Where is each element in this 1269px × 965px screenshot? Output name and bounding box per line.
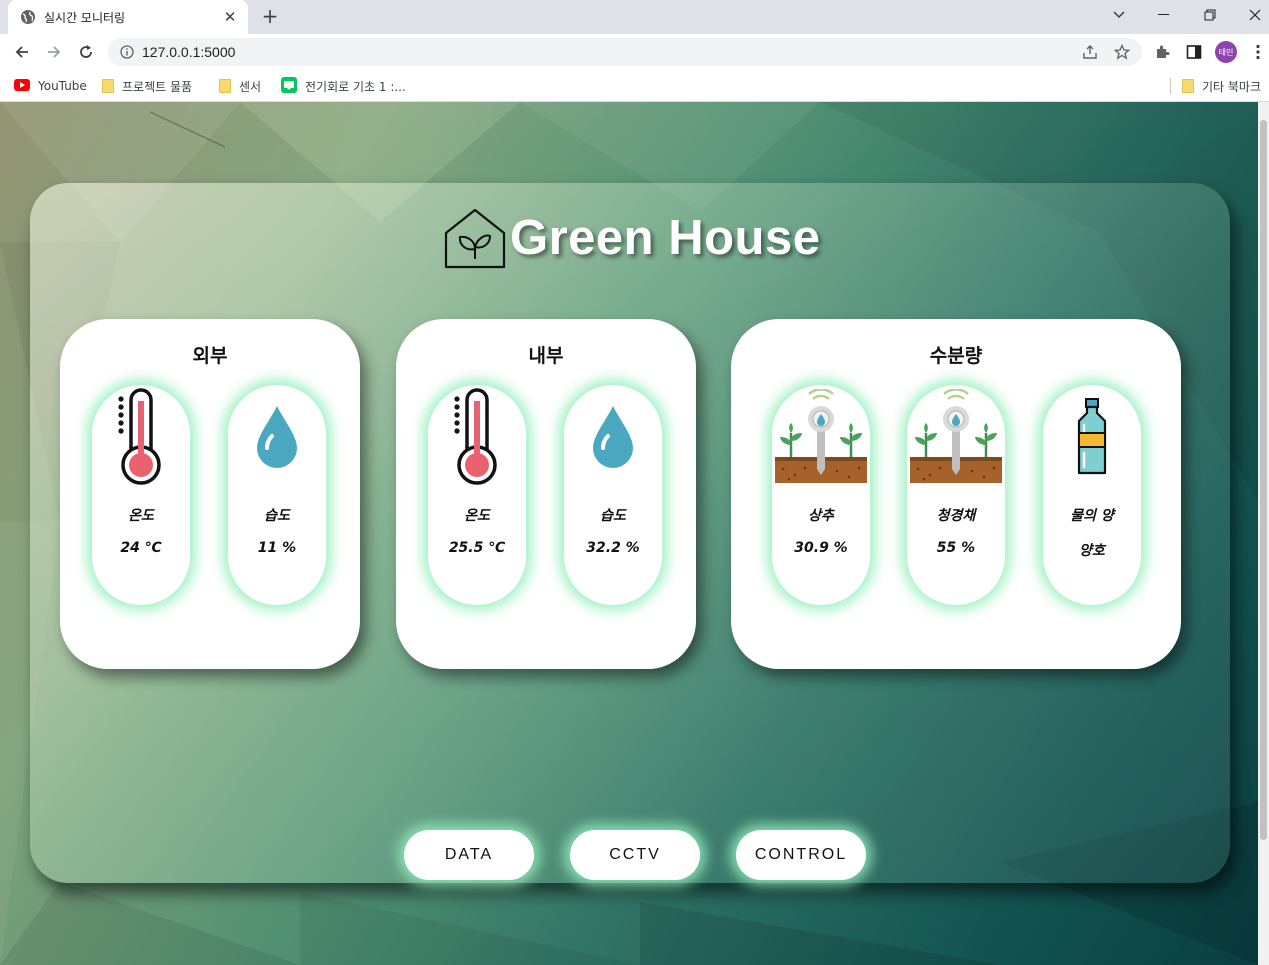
lettuce-moisture-tile: 상추 30.9 % [772, 385, 870, 605]
bookmark-circuit-basics[interactable]: 전기회로 기초 1 :... [281, 76, 406, 96]
bookmark-label: 센서 [239, 79, 262, 94]
bookmark-label: YouTube [38, 79, 87, 93]
menu-kebab-icon[interactable] [1247, 41, 1269, 63]
moisture-card: 수분량 상추 30.9 % 청경채 55 % 물의 양 양호 [731, 319, 1181, 669]
tab-strip: 실시간 모니터링 ✕ + [0, 0, 1269, 34]
scrollbar-thumb[interactable] [1260, 120, 1267, 840]
folder-icon [102, 79, 114, 93]
data-button[interactable]: DATA [404, 830, 534, 880]
bookmark-separator [1170, 78, 1171, 94]
card-title: 내부 [528, 345, 564, 367]
inside-temperature-tile: 온도 25.5 ℃ [428, 385, 526, 605]
restore-icon[interactable] [1190, 0, 1230, 30]
water-bottle-icon [1077, 398, 1107, 475]
tile-label: 습도 [600, 508, 626, 524]
extensions-icon[interactable] [1151, 41, 1173, 63]
main-panel: Green House 외부 온도 24 ℃ 습도 11 % 내부 온도 25.… [30, 183, 1230, 883]
tile-value: 양호 [1079, 543, 1105, 559]
tile-label: 물의 양 [1070, 508, 1114, 524]
url-text: 127.0.0.1:5000 [142, 44, 236, 60]
greenhouse-logo-icon [444, 208, 506, 269]
tab-title: 실시간 모니터링 [44, 10, 126, 25]
bookmark-other[interactable]: 기타 북마크 [1182, 77, 1261, 95]
bookmark-youtube[interactable]: YouTube [14, 77, 87, 95]
tile-label: 청경채 [936, 508, 976, 524]
profile-avatar[interactable]: 태민 [1215, 41, 1237, 63]
cctv-button[interactable]: CCTV [570, 830, 700, 880]
page-viewport: Green House 외부 온도 24 ℃ 습도 11 % 내부 온도 25.… [0, 102, 1258, 965]
info-icon[interactable] [120, 45, 134, 59]
back-icon[interactable] [10, 40, 34, 64]
browser-tab[interactable]: 실시간 모니터링 ✕ [8, 0, 248, 34]
browser-toolbar: 127.0.0.1:5000 태민 [0, 34, 1269, 70]
address-bar[interactable]: 127.0.0.1:5000 [108, 38, 1142, 66]
tile-value: 25.5 ℃ [448, 540, 506, 556]
water-drop-icon [593, 406, 633, 468]
bokchoy-moisture-tile: 청경채 55 % [907, 385, 1005, 605]
folder-icon [1182, 79, 1194, 93]
bookmark-label: 기타 북마크 [1202, 79, 1262, 94]
tile-value: 30.9 % [794, 540, 848, 556]
outside-temperature-tile: 온도 24 ℃ [92, 385, 190, 605]
inside-card: 내부 온도 25.5 ℃ 습도 32.2 % [396, 319, 696, 669]
page-title: Green House [510, 211, 821, 265]
reload-icon[interactable] [74, 40, 98, 64]
bookmark-label: 프로젝트 물품 [122, 79, 193, 94]
thermometer-icon [454, 388, 497, 485]
page-scrollbar[interactable] [1258, 102, 1269, 965]
tile-value: 55 % [936, 540, 976, 556]
inside-humidity-tile: 습도 32.2 % [564, 385, 662, 605]
tab-search-icon[interactable] [1099, 0, 1139, 30]
tile-label: 상추 [808, 508, 834, 524]
outside-humidity-tile: 습도 11 % [228, 385, 326, 605]
bookmark-sensor[interactable]: 센서 [219, 77, 261, 95]
close-window-icon[interactable] [1235, 0, 1269, 30]
minimize-icon[interactable] [1144, 0, 1184, 30]
tile-label: 온도 [464, 508, 490, 524]
forward-icon[interactable] [42, 40, 66, 64]
close-tab-icon[interactable]: ✕ [222, 8, 238, 26]
bookmark-project-items[interactable]: 프로젝트 물품 [102, 77, 192, 95]
card-title: 외부 [192, 345, 228, 367]
new-tab-button[interactable]: + [258, 5, 282, 29]
folder-icon [219, 79, 231, 93]
water-level-tile: 물의 양 양호 [1043, 385, 1141, 605]
tile-value: 32.2 % [586, 540, 640, 556]
tile-label: 습도 [264, 508, 290, 524]
card-title: 수분량 [929, 345, 983, 367]
side-panel-icon[interactable] [1183, 41, 1205, 63]
tile-label: 온도 [128, 508, 154, 524]
tile-value: 11 % [257, 540, 297, 556]
control-button[interactable]: CONTROL [736, 830, 866, 880]
naver-blog-icon [281, 76, 297, 96]
globe-icon [21, 10, 35, 24]
share-icon[interactable] [1080, 42, 1100, 62]
header: Green House [444, 203, 820, 273]
soil-sensor-icon [775, 389, 867, 483]
youtube-icon [14, 78, 30, 94]
outside-card: 외부 온도 24 ℃ 습도 11 % [60, 319, 360, 669]
tile-value: 24 ℃ [120, 540, 162, 556]
bookmark-label: 전기회로 기초 1 :... [305, 79, 406, 94]
water-drop-icon [257, 406, 297, 468]
thermometer-icon [118, 388, 161, 485]
bookmarks-bar: YouTube 프로젝트 물품 센서 전기회로 기초 1 :... 기타 북마크 [0, 70, 1269, 102]
soil-sensor-icon [910, 389, 1002, 483]
bookmark-star-icon[interactable] [1112, 42, 1132, 62]
